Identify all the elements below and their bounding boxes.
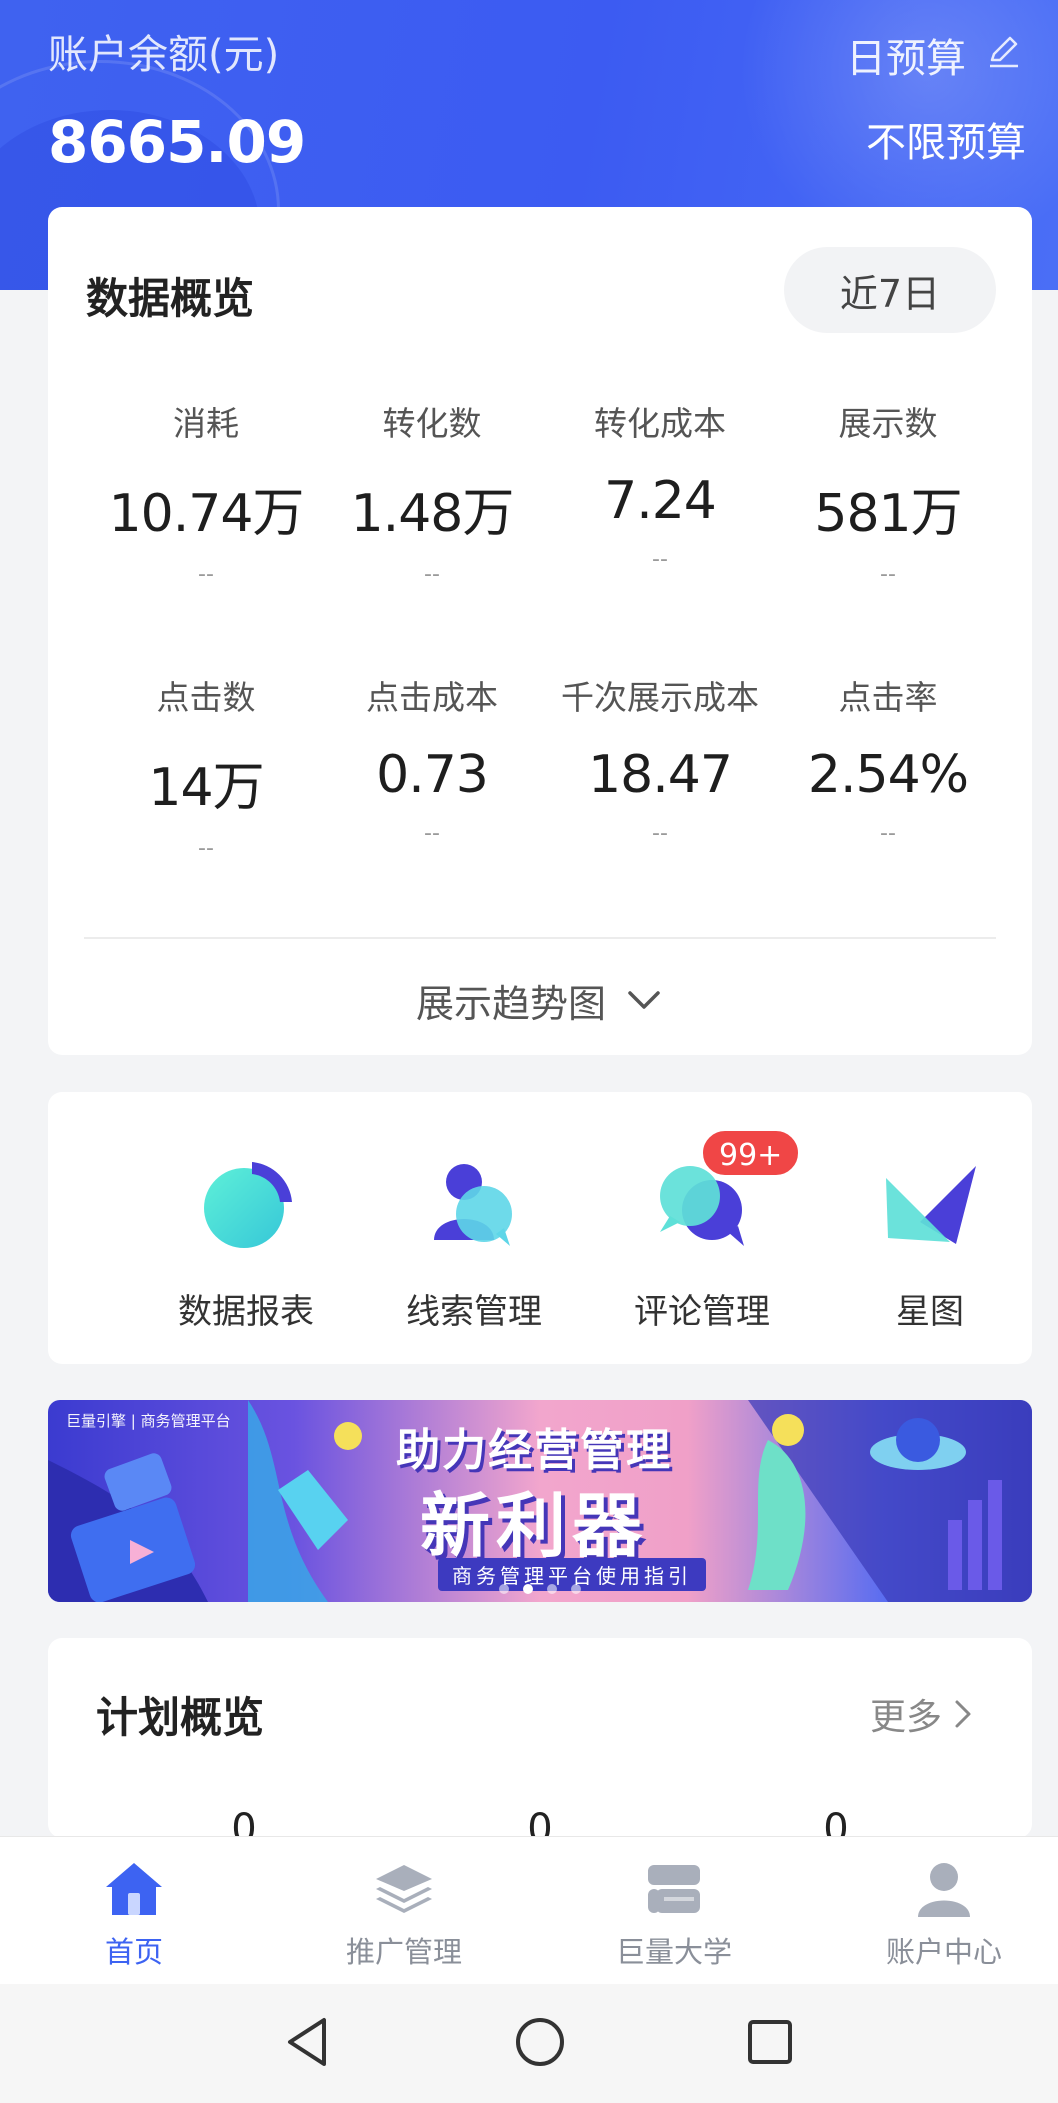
chevron-down-icon [628, 991, 660, 1009]
tool-label: 线索管理 [406, 1292, 542, 1332]
recents-icon[interactable] [734, 2006, 806, 2078]
trend-chart-label: 展示趋势图 [415, 981, 606, 1026]
data-overview-title: 数据概览 [86, 274, 255, 323]
metric-value: 18.47 [588, 745, 733, 805]
metric-delta: -- [198, 836, 214, 861]
promo-banner[interactable]: 巨量引擎 | 商务管理平台 助力经营管理 新利器 商务管理平台使用指引 [48, 1400, 1032, 1602]
divider [84, 937, 996, 939]
metric-value: 0.73 [376, 745, 489, 805]
metric-label: 点击成本 [366, 678, 498, 717]
banner-headline: 助力经营管理 [396, 1425, 672, 1476]
banner-headline-main: 新利器 [420, 1485, 648, 1567]
daily-budget-label[interactable]: 日预算 [846, 26, 966, 84]
metric-delta: -- [198, 562, 214, 587]
tool-label: 评论管理 [634, 1292, 770, 1332]
metric-cpm[interactable]: 千次展示成本 18.47 -- [546, 671, 774, 846]
home-circle-icon[interactable] [504, 2006, 576, 2078]
system-navigation-bar [0, 1984, 1058, 2103]
books-icon [648, 1865, 700, 1913]
metric-delta: -- [424, 562, 440, 587]
tool-star-map[interactable]: 星图 [816, 1092, 1044, 1364]
metric-value: 1.48万 [350, 484, 515, 544]
metric-value: 2.54% [807, 745, 969, 805]
more-link[interactable]: 更多 [870, 1688, 974, 1740]
tool-data-report[interactable]: 数据报表 [132, 1092, 360, 1364]
plan-overview-title: 计划概览 [96, 1693, 265, 1742]
tab-account[interactable]: 账户中心 [812, 1837, 1058, 1985]
tab-label: 巨量大学 [615, 1935, 732, 1969]
metric-delta: -- [652, 547, 668, 572]
metric-value: 7.24 [604, 471, 717, 531]
metric-clicks[interactable]: 点击数 14万 -- [92, 671, 320, 861]
quick-tools-card: 数据报表 线索管理 99+ 评论管理 星图 [48, 1092, 1032, 1364]
metric-cost[interactable]: 消耗 10.74万 -- [92, 397, 320, 587]
banner-brand: 巨量引擎 | 商务管理平台 [66, 1412, 231, 1430]
more-label: 更多 [869, 1697, 942, 1738]
metric-label: 点击率 [838, 678, 938, 717]
tool-label: 数据报表 [178, 1292, 314, 1332]
tab-label: 推广管理 [345, 1935, 462, 1969]
metric-label: 千次展示成本 [561, 678, 759, 717]
metric-label: 消耗 [173, 404, 239, 443]
tool-leads[interactable]: 线索管理 [360, 1092, 588, 1364]
back-icon[interactable] [272, 2006, 344, 2078]
metric-impressions[interactable]: 展示数 581万 -- [774, 397, 1002, 587]
home-icon [106, 1863, 162, 1915]
metric-delta: -- [880, 821, 896, 846]
star-map-icon [886, 1166, 976, 1244]
carousel-indicator [48, 1584, 1032, 1594]
data-overview-card: 数据概览 近7日 消耗 10.74万 -- 转化数 1.48万 -- 转化成本 … [48, 207, 1032, 1055]
carousel-dot[interactable] [571, 1584, 581, 1594]
chevron-right-icon [955, 1700, 971, 1728]
edit-icon[interactable] [984, 30, 1024, 70]
metric-value: 10.74万 [108, 484, 305, 544]
tool-label: 星图 [896, 1292, 964, 1332]
metric-conversion-cost[interactable]: 转化成本 7.24 -- [546, 397, 774, 572]
metric-label: 转化成本 [594, 404, 726, 443]
tool-comments[interactable]: 99+ 评论管理 [588, 1092, 816, 1364]
user-icon [918, 1863, 970, 1917]
balance-value: 8665.09 [48, 108, 306, 176]
tab-home[interactable]: 首页 [2, 1837, 266, 1985]
bottom-tab-bar: 首页 推广管理 巨量大学 账户中心 [0, 1836, 1058, 1984]
unread-badge: 99+ [700, 1128, 802, 1178]
tab-university[interactable]: 巨量大学 [542, 1837, 806, 1985]
plan-overview-card: 计划概览 更多 0 0 0 [48, 1638, 1032, 1852]
metric-delta: -- [424, 821, 440, 846]
metric-label: 转化数 [382, 404, 482, 443]
metric-delta: -- [880, 562, 896, 587]
metric-label: 展示数 [838, 404, 938, 443]
pie-chart-icon [204, 1162, 292, 1248]
date-range-button[interactable]: 近7日 [784, 247, 996, 333]
metric-click-cost[interactable]: 点击成本 0.73 -- [318, 671, 546, 846]
balance-label: 账户余额(元) [48, 32, 280, 78]
contacts-icon [434, 1164, 512, 1246]
tab-promotion[interactable]: 推广管理 [272, 1837, 536, 1985]
carousel-dot[interactable] [499, 1584, 509, 1594]
metric-value: 581万 [814, 484, 962, 544]
tab-label: 账户中心 [885, 1935, 1002, 1969]
layers-icon [376, 1865, 432, 1913]
carousel-dot-active[interactable] [523, 1584, 533, 1594]
tab-label: 首页 [104, 1935, 163, 1969]
metric-delta: -- [652, 821, 668, 846]
daily-budget-value[interactable]: 不限预算 [866, 110, 1026, 168]
trend-chart-toggle[interactable]: 展示趋势图 [48, 965, 1032, 1035]
metric-label: 点击数 [156, 678, 256, 717]
carousel-dot[interactable] [547, 1584, 557, 1594]
metric-value: 14万 [148, 758, 264, 818]
metric-ctr[interactable]: 点击率 2.54% -- [774, 671, 1002, 846]
metric-conversions[interactable]: 转化数 1.48万 -- [318, 397, 546, 587]
